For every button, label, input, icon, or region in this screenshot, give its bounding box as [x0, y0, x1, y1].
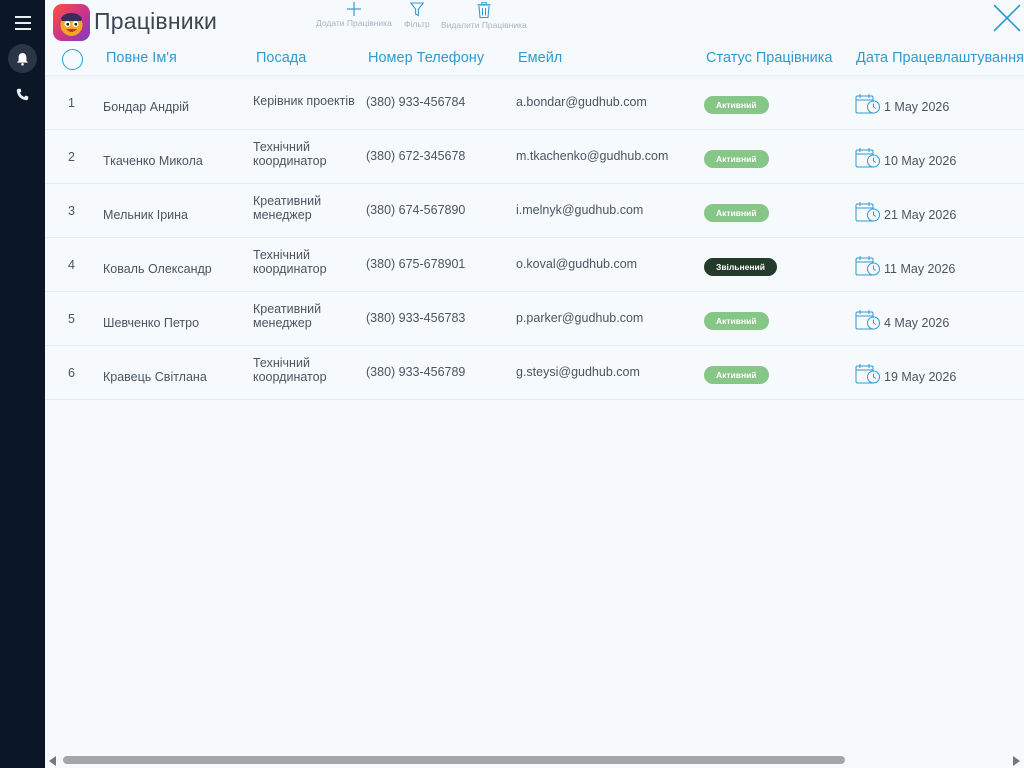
employee-phone: (380) 933-456783: [366, 311, 466, 325]
scroll-left-arrow-icon[interactable]: [49, 756, 56, 766]
add-employee-button[interactable]: Додати Працівника: [316, 2, 392, 28]
calendar-icon: [855, 201, 881, 226]
employee-email: o.koval@gudhub.com: [516, 257, 638, 271]
employee-phone: (380) 675-678901: [366, 257, 466, 271]
employee-name: Бондар Андрій: [103, 100, 189, 114]
employee-position: Креативний менеджер: [253, 302, 322, 330]
delete-employee-label: Видалити Працівника: [441, 20, 527, 30]
column-header-email[interactable]: Емейл: [518, 50, 562, 66]
app-logo-icon: [53, 4, 90, 41]
employee-position: Технічний координатор: [253, 140, 327, 168]
row-number: 5: [68, 312, 75, 326]
bell-icon[interactable]: [8, 44, 37, 73]
calendar-icon: [855, 147, 881, 172]
delete-employee-button[interactable]: Видалити Працівника: [441, 2, 527, 30]
select-all-checkbox[interactable]: [62, 49, 83, 70]
employee-position: Креативний менеджер: [253, 194, 322, 222]
employee-position: Керівник проектів: [253, 94, 355, 108]
calendar-icon: [855, 93, 881, 118]
employee-email: m.tkachenko@gudhub.com: [516, 149, 669, 163]
employee-email: p.parker@gudhub.com: [516, 311, 644, 325]
table-header: Повне Ім'я Посада Номер Телефону Емейл С…: [45, 46, 1024, 76]
filter-icon: [409, 2, 424, 17]
page-header: Працівники Додати Працівника Фільтр Вида…: [45, 0, 1024, 46]
column-header-position[interactable]: Посада: [256, 50, 306, 66]
calendar-icon: [855, 309, 881, 334]
calendar-icon: [855, 363, 881, 388]
hire-date: 11 May 2026: [884, 262, 956, 276]
trash-icon: [477, 2, 491, 18]
menu-icon[interactable]: [8, 8, 37, 37]
row-number: 4: [68, 258, 75, 272]
column-header-hire-date[interactable]: Дата Працевлаштування: [856, 50, 1024, 66]
hire-date: 1 May 2026: [884, 100, 950, 114]
status-badge: Звільнений: [704, 258, 777, 276]
row-number: 3: [68, 204, 75, 218]
plus-icon: [346, 2, 361, 16]
filter-label: Фільтр: [404, 19, 430, 29]
horizontal-scrollbar[interactable]: [45, 752, 1024, 768]
column-header-status[interactable]: Статус Працівника: [706, 50, 832, 66]
status-badge: Активний: [704, 312, 769, 330]
page-title: Працівники: [94, 8, 218, 34]
employee-email: g.steysi@gudhub.com: [516, 365, 640, 379]
add-employee-label: Додати Працівника: [316, 18, 392, 28]
filter-button[interactable]: Фільтр: [404, 2, 430, 29]
calendar-icon: [855, 255, 881, 280]
status-badge: Активний: [704, 204, 769, 222]
employee-name: Кравець Світлана: [103, 370, 207, 384]
hire-date: 19 May 2026: [884, 370, 957, 384]
row-number: 6: [68, 366, 75, 380]
employee-name: Шевченко Петро: [103, 316, 200, 330]
table-row[interactable]: 1 Бондар Андрій Керівник проектів (380) …: [45, 76, 1024, 130]
hire-date: 4 May 2026: [884, 316, 950, 330]
status-badge: Активний: [704, 96, 769, 114]
table-row[interactable]: 3 Мельник Ірина Креативний менеджер (380…: [45, 184, 1024, 238]
employee-phone: (380) 674-567890: [366, 203, 466, 217]
status-badge: Активний: [704, 150, 769, 168]
table-row[interactable]: 6 Кравець Світлана Технічний координатор…: [45, 346, 1024, 400]
employee-name: Мельник Ірина: [103, 208, 188, 222]
scroll-right-arrow-icon[interactable]: [1013, 756, 1020, 766]
employee-name: Коваль Олександр: [103, 262, 212, 276]
table-row[interactable]: 5 Шевченко Петро Креативний менеджер (38…: [45, 292, 1024, 346]
employee-name: Ткаченко Микола: [103, 154, 203, 168]
employee-phone: (380) 933-456784: [366, 95, 466, 109]
status-badge: Активний: [704, 366, 769, 384]
table-row[interactable]: 2 Ткаченко Микола Технічний координатор …: [45, 130, 1024, 184]
employee-email: a.bondar@gudhub.com: [516, 95, 647, 109]
close-icon[interactable]: [992, 3, 1022, 33]
hire-date: 10 May 2026: [884, 154, 957, 168]
scrollbar-thumb[interactable]: [63, 756, 845, 764]
employee-phone: (380) 672-345678: [366, 149, 466, 163]
employee-position: Технічний координатор: [253, 356, 327, 384]
column-header-phone[interactable]: Номер Телефону: [368, 50, 484, 66]
row-number: 2: [68, 150, 75, 164]
left-sidebar: [0, 0, 45, 768]
employee-position: Технічний координатор: [253, 248, 327, 276]
employee-phone: (380) 933-456789: [366, 365, 466, 379]
row-number: 1: [68, 96, 75, 110]
table-row[interactable]: 4 Коваль Олександр Технічний координатор…: [45, 238, 1024, 292]
phone-icon[interactable]: [8, 80, 37, 109]
employee-email: i.melnyk@gudhub.com: [516, 203, 644, 217]
column-header-name[interactable]: Повне Ім'я: [106, 50, 177, 66]
hire-date: 21 May 2026: [884, 208, 957, 222]
